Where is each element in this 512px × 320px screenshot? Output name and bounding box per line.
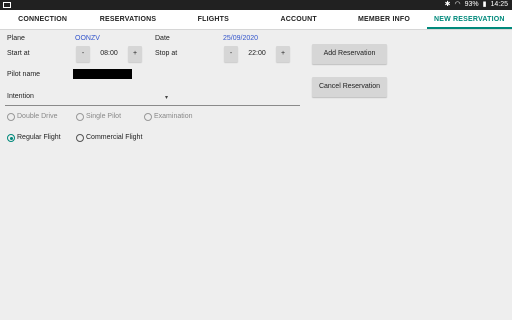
- status-right: ✱ ◠ 93% ▮ 14:25: [445, 0, 508, 10]
- radio-double-drive[interactable]: [7, 113, 15, 121]
- intention-dropdown[interactable]: Intention ▾: [5, 90, 300, 106]
- radio-double-drive-label: Double Drive: [17, 113, 58, 120]
- radio-examination-label: Examination: [154, 113, 193, 120]
- pilot-name-label: Pilot name: [7, 71, 41, 78]
- stop-label: Stop at: [155, 50, 178, 57]
- tab-connection[interactable]: CONNECTION: [0, 10, 85, 29]
- radio-single-pilot[interactable]: [76, 113, 84, 121]
- bluetooth-icon: ✱: [444, 1, 451, 8]
- stop-increment-button[interactable]: +: [276, 46, 290, 62]
- tab-flights[interactable]: FLIGHTS: [171, 10, 256, 29]
- tab-bar: CONNECTION RESERVATIONS FLIGHTS ACCOUNT …: [0, 10, 512, 30]
- radio-regular-flight[interactable]: [7, 134, 15, 142]
- radio-commercial-flight-label: Commercial Flight: [86, 134, 143, 141]
- plane-label: Plane: [7, 35, 25, 42]
- pilot-name-value: [73, 69, 132, 79]
- dropdown-arrow-icon: ▾: [165, 95, 169, 101]
- wifi-icon: ◠: [454, 1, 461, 8]
- intention-label: Intention: [7, 93, 34, 100]
- radio-single-pilot-label: Single Pilot: [86, 113, 122, 120]
- plane-value[interactable]: OONZV: [75, 35, 100, 42]
- tab-account[interactable]: ACCOUNT: [256, 10, 341, 29]
- start-label: Start at: [7, 50, 30, 57]
- stop-time-value: 22:00: [248, 50, 266, 57]
- clock: 14:25: [490, 1, 508, 8]
- tab-reservations[interactable]: RESERVATIONS: [85, 10, 170, 29]
- add-reservation-button[interactable]: Add Reservation: [312, 44, 387, 64]
- date-value[interactable]: 25/09/2020: [223, 35, 258, 42]
- start-decrement-button[interactable]: -: [76, 46, 90, 62]
- status-bar: ✱ ◠ 93% ▮ 14:25: [0, 0, 512, 10]
- cancel-reservation-button[interactable]: Cancel Reservation: [312, 77, 387, 97]
- tab-new-reservation[interactable]: NEW RESERVATION: [426, 10, 512, 29]
- radio-examination[interactable]: [144, 113, 152, 121]
- start-increment-button[interactable]: +: [128, 46, 142, 62]
- battery-icon: ▮: [482, 1, 487, 8]
- date-label: Date: [155, 35, 170, 42]
- tab-member-info[interactable]: MEMBER INFO: [341, 10, 426, 29]
- radio-commercial-flight[interactable]: [76, 134, 84, 142]
- radio-regular-flight-label: Regular Flight: [17, 134, 61, 141]
- stop-decrement-button[interactable]: -: [224, 46, 238, 62]
- start-time-value: 08:00: [100, 50, 118, 57]
- notification-icon: [3, 2, 11, 8]
- battery-level: 93%: [464, 1, 479, 8]
